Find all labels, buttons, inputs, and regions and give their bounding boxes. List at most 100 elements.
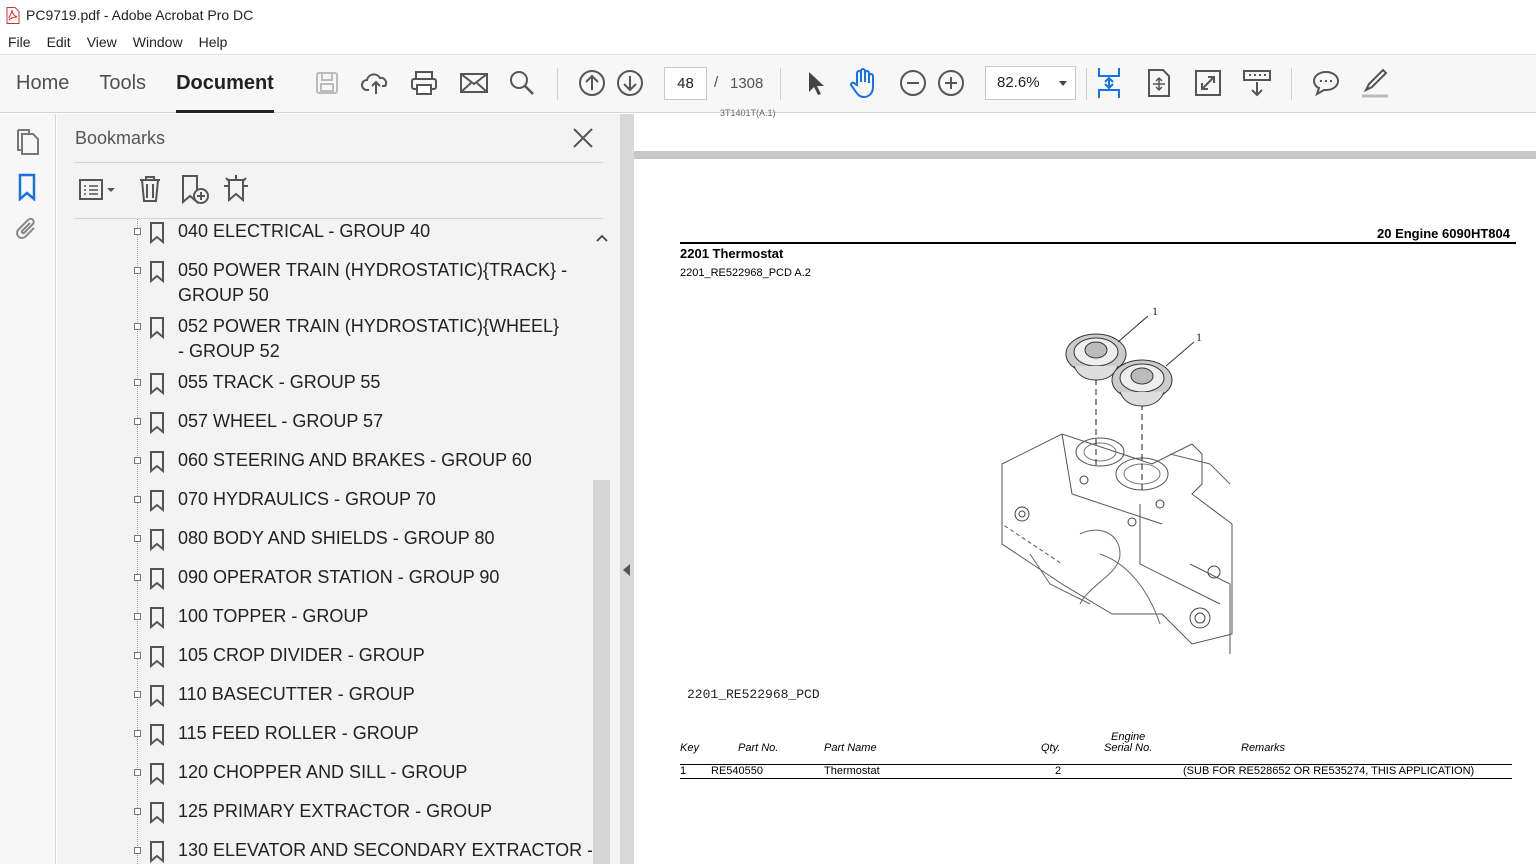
zoom-out-icon[interactable] (896, 66, 930, 100)
toolbar-divider (1086, 68, 1087, 100)
page-number-input[interactable]: 48 (664, 67, 707, 100)
bookmark-icon (148, 724, 166, 747)
attachment-icon[interactable] (13, 216, 41, 244)
fit-page-icon[interactable] (1092, 66, 1126, 100)
expand-toggle[interactable] (134, 379, 141, 386)
zoom-in-icon[interactable] (934, 66, 968, 100)
cell-part-name: Thermostat (824, 765, 880, 777)
window-title: PC9719.pdf - Adobe Acrobat Pro DC (26, 7, 254, 23)
hand-tool-icon[interactable] (846, 66, 880, 100)
bookmark-label: 055 TRACK - GROUP 55 (178, 372, 381, 392)
arrow-up-icon[interactable] (575, 66, 609, 100)
save-icon[interactable] (310, 66, 344, 100)
toolbar-divider (557, 68, 558, 100)
pdf-file-icon (6, 6, 20, 24)
expand-toggle[interactable] (134, 267, 141, 274)
arrow-down-icon[interactable] (613, 66, 647, 100)
read-mode-icon[interactable] (1240, 66, 1274, 100)
section-title: 2201 Thermostat (680, 246, 784, 261)
left-navigation-rail (0, 114, 56, 864)
header-rule (680, 242, 1516, 244)
rotate-icon[interactable] (1142, 66, 1176, 100)
menu-bar: File Edit View Window Help (0, 30, 1536, 54)
callout-label: 1 (1196, 330, 1202, 344)
email-icon[interactable] (457, 66, 491, 100)
menu-help[interactable]: Help (191, 34, 236, 50)
sign-icon[interactable] (1358, 66, 1392, 100)
bookmark-icon (148, 841, 166, 864)
bookmark-icon[interactable] (13, 173, 41, 202)
toolbar-divider (780, 68, 781, 100)
expand-toggle[interactable] (134, 769, 141, 776)
panel-splitter[interactable] (620, 114, 634, 864)
tab-home[interactable]: Home (16, 54, 69, 113)
column-header-part-no: Part No. (738, 742, 779, 754)
bookmark-icon (148, 568, 166, 591)
bookmarks-title: Bookmarks (75, 128, 166, 148)
expand-toggle[interactable] (134, 535, 141, 542)
expand-toggle[interactable] (134, 652, 141, 659)
upload-cloud-icon[interactable] (359, 66, 393, 100)
toolbar-divider (1291, 68, 1292, 100)
close-icon[interactable] (571, 126, 595, 150)
cell-part-no: RE540550 (711, 765, 763, 777)
bookmark-label: 100 TOPPER - GROUP (178, 606, 369, 626)
select-pointer-icon[interactable] (798, 66, 832, 100)
bookmark-icon (148, 529, 166, 552)
main-toolbar: Home Tools Document (0, 54, 1536, 113)
print-icon[interactable] (407, 66, 441, 100)
page-thumbnails-icon[interactable] (13, 128, 41, 156)
new-bookmark-icon[interactable] (179, 174, 211, 211)
collapse-arrow-icon[interactable] (623, 564, 630, 576)
bookmark-label: 070 HYDRAULICS - GROUP 70 (178, 489, 436, 509)
expand-toggle[interactable] (134, 457, 141, 464)
bookmark-icon (148, 373, 166, 396)
tab-document[interactable]: Document (176, 54, 274, 113)
bookmarks-panel: Bookmarks 040 ELECTRICAL - GROUP 40 050 … (57, 114, 620, 864)
options-menu-icon[interactable] (79, 178, 117, 207)
expand-toggle[interactable] (134, 574, 141, 581)
chevron-up-icon[interactable] (596, 229, 608, 247)
fullscreen-icon[interactable] (1191, 66, 1225, 100)
thermostat-illustration: 1 1 (990, 304, 1250, 669)
expand-toggle[interactable] (134, 808, 141, 815)
panel-divider (75, 162, 603, 163)
expand-toggle[interactable] (134, 228, 141, 235)
expand-toggle[interactable] (134, 496, 141, 503)
table-row-rule (680, 778, 1512, 779)
zoom-select[interactable]: 82.6% (985, 66, 1076, 100)
bookmark-icon (148, 261, 166, 284)
expand-toggle[interactable] (134, 691, 141, 698)
comment-icon[interactable] (1309, 66, 1343, 100)
expand-toggle[interactable] (134, 847, 141, 854)
title-bar: PC9719.pdf - Adobe Acrobat Pro DC (0, 0, 1536, 30)
expand-toggle[interactable] (134, 418, 141, 425)
menu-file[interactable]: File (0, 34, 39, 50)
menu-view[interactable]: View (79, 34, 125, 50)
search-icon[interactable] (505, 66, 539, 100)
menu-window[interactable]: Window (125, 34, 191, 50)
expand-toggle[interactable] (134, 323, 141, 330)
bookmark-icon (148, 646, 166, 669)
scrollbar-thumb[interactable] (593, 480, 610, 864)
tab-tools[interactable]: Tools (99, 54, 146, 113)
cell-qty: 2 (1055, 765, 1062, 777)
bookmark-icon (148, 412, 166, 435)
bookmark-tree: 040 ELECTRICAL - GROUP 40 050 POWER TRAI… (57, 219, 597, 864)
document-viewer[interactable]: 3T1401T(A.1) 20 Engine 6090HT804 2201 Th… (634, 108, 1536, 864)
expand-toggle[interactable] (134, 730, 141, 737)
figure-label: 2201_RE522968_PCD (687, 687, 820, 702)
expand-bookmark-icon[interactable] (220, 174, 252, 211)
trash-icon[interactable] (137, 174, 163, 209)
menu-edit[interactable]: Edit (39, 34, 79, 50)
expand-toggle[interactable] (134, 613, 141, 620)
bookmark-icon (148, 685, 166, 708)
bookmark-label: 040 ELECTRICAL - GROUP 40 (178, 221, 431, 241)
page-header: 20 Engine 6090HT804 (1377, 226, 1510, 241)
page-total: 1308 (730, 75, 764, 92)
callout-label: 1 (1152, 304, 1158, 318)
page-gap (634, 151, 1536, 159)
bookmark-label: 120 CHOPPER AND SILL - GROUP (178, 762, 468, 782)
bookmark-label: 060 STEERING AND BRAKES - GROUP 60 (178, 450, 532, 470)
bookmark-icon (148, 317, 166, 340)
